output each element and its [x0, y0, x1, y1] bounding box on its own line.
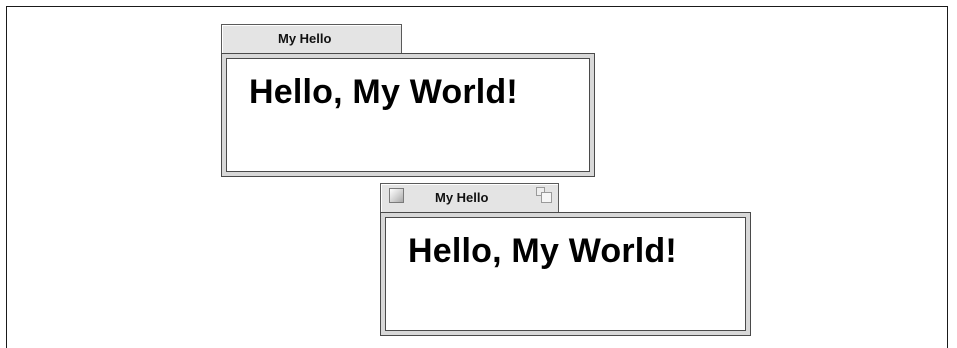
window-my-hello-1[interactable]: My Hello Hello, My World!	[221, 24, 595, 177]
window-title: My Hello	[278, 31, 332, 46]
hello-message: Hello, My World!	[408, 232, 677, 270]
window-content: Hello, My World!	[226, 58, 590, 172]
window-content: Hello, My World!	[385, 217, 746, 331]
window-tab[interactable]: My Hello	[221, 24, 402, 53]
close-box-icon[interactable]	[389, 188, 404, 203]
zoom-box-large-square	[541, 192, 552, 203]
window-my-hello-2[interactable]: My Hello Hello, My World!	[380, 183, 751, 336]
zoom-box-icon[interactable]	[536, 187, 553, 204]
hello-message: Hello, My World!	[249, 73, 518, 111]
window-frame: Hello, My World!	[380, 212, 751, 336]
window-frame: Hello, My World!	[221, 53, 595, 177]
window-title: My Hello	[435, 190, 489, 205]
window-tab[interactable]: My Hello	[380, 183, 559, 212]
